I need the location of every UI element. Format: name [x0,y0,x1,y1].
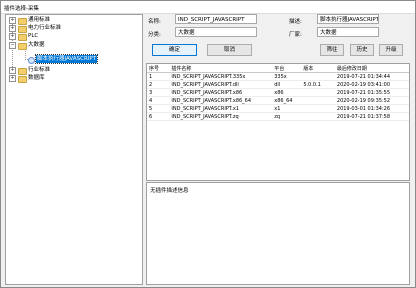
expand-icon[interactable]: + [9,75,16,82]
cell-version [301,72,335,81]
cell-index: 3 [147,88,170,97]
cell-platform: x86_64 [272,96,302,105]
upgrade-button[interactable]: 升级 [379,44,403,56]
cell-index: 6 [147,112,170,121]
cell-plugin-name: IND_SCRIPT_JAVASCRIPT.x86 [169,88,273,97]
cell-modified-date: 2019-07-21 01:34:44 [334,72,409,81]
name-label: 名称: [148,19,161,25]
tree-node-label: 数据库 [28,75,45,81]
collapse-icon[interactable]: − [9,42,16,49]
folder-icon [18,33,27,41]
table-row[interactable]: 3 IND_SCRIPT_JAVASCRIPT.x86 x86 2019-07-… [147,88,409,97]
expand-icon[interactable]: + [9,17,16,24]
cell-plugin-name: IND_SCRIPT_JAVASCRIPT.x86_64 [169,96,273,105]
cell-version [301,88,335,97]
cell-version [301,104,335,113]
category-field[interactable]: 大数据 [175,27,257,37]
table-row[interactable]: 2 IND_SCRIPT_JAVASCRIPT.dll dll 5.0.0.1 … [147,80,409,89]
column-header-index[interactable]: 序号 [147,64,170,73]
description-field[interactable]: 脚本执行器JAVASCRIPT [317,14,379,24]
cell-platform: x86 [272,88,302,97]
tree-node-label: 电力行业标准 [28,25,62,31]
cell-index: 2 [147,80,170,89]
folder-icon [18,25,27,33]
expand-icon[interactable]: + [9,25,16,32]
folder-open-icon [18,42,27,50]
cell-platform: 335x [272,72,302,81]
cell-modified-date: 2019-07-21 01:37:58 [334,112,409,121]
cell-plugin-name: IND_SCRIPT_JAVASCRIPT.x1 [169,104,273,113]
table-row[interactable]: 6 IND_SCRIPT_JAVASCRIPT.zq zq 2019-07-21… [147,112,409,121]
filter-button[interactable]: 筛往 [320,44,344,56]
category-tree[interactable]: + 通用标准 + 电力行业标准 + PLC − 大数据 脚本执行器JAVASCR… [5,14,143,285]
history-button[interactable]: 历史 [350,44,374,56]
vendor-label: 厂家: [289,32,302,38]
tree-node-label: 大数据 [28,42,45,48]
cell-plugin-name: IND_SCRIPT_JAVASCRIPT.zq [169,112,273,121]
folder-icon [18,75,27,83]
column-header-version[interactable]: 版本 [301,64,335,73]
cell-modified-date: 2020-02-19 09:35:52 [334,96,409,105]
cell-platform: x1 [272,104,302,113]
cell-modified-date: 2020-02-19 03:41:00 [334,80,409,89]
vendor-field[interactable]: 大数据 [317,27,379,37]
cell-version: 5.0.0.1 [301,80,335,89]
category-label: 分类: [148,32,161,38]
cell-modified-date: 2019-07-21 01:35:55 [334,88,409,97]
tree-node-label: 行业标准 [28,67,51,73]
cell-index: 4 [147,96,170,105]
ok-button[interactable]: 确定 [152,44,197,56]
folder-icon [18,67,27,75]
plugin-select-window: 插件选择-采集 + 通用标准 + 电力行业标准 + PLC − 大数据 脚本执行… [0,0,416,288]
plugin-description-panel[interactable]: 无插件描述信息 [146,182,410,285]
cell-platform: dll [272,80,302,89]
column-header-platform[interactable]: 平台 [272,64,302,73]
plugin-grid[interactable]: 序号 插件名称 平台 版本 最后修改日期 1 IND_SCRIPT_JAVASC… [146,63,410,181]
table-header-row: 序号 插件名称 平台 版本 最后修改日期 [147,64,409,73]
cell-version [301,112,335,121]
tree-node-label: PLC [28,33,39,39]
title-bar: 插件选择-采集 [1,1,415,14]
expand-icon[interactable]: + [9,33,16,40]
cell-index: 5 [147,104,170,113]
plugin-icon [28,56,35,64]
table-row[interactable]: 4 IND_SCRIPT_JAVASCRIPT.x86_64 x86_64 20… [147,96,409,105]
cancel-button[interactable]: 取消 [207,44,252,56]
cell-platform: zq [272,112,302,121]
plugin-description-text: 无插件描述信息 [150,188,189,194]
tree-node-label: 脚本执行器JAVASCRIPT [34,54,99,64]
column-header-modified-date[interactable]: 最后修改日期 [334,64,409,73]
cell-plugin-name: IND_SCRIPT_JAVASCRIPT.dll [169,80,273,89]
cell-plugin-name: IND_SCRIPT_JAVASCRIPT.335x [169,72,273,81]
column-header-plugin-name[interactable]: 插件名称 [169,64,273,73]
table-row[interactable]: 5 IND_SCRIPT_JAVASCRIPT.x1 x1 2019-03-01… [147,104,409,113]
window-title: 插件选择-采集 [4,6,39,12]
table-row[interactable]: 1 IND_SCRIPT_JAVASCRIPT.335x 335x 2019-0… [147,72,409,81]
cell-index: 1 [147,72,170,81]
folder-icon [18,17,27,25]
plugin-table: 序号 插件名称 平台 版本 最后修改日期 1 IND_SCRIPT_JAVASC… [147,64,409,121]
description-label: 描述: [289,19,302,25]
tree-node-label: 通用标准 [28,17,51,23]
name-field[interactable]: IND_SCRIPT_JAVASCRIPT [175,14,257,24]
cell-modified-date: 2019-03-01 01:34:26 [334,104,409,113]
expand-icon[interactable]: + [9,67,16,74]
cell-version [301,96,335,105]
